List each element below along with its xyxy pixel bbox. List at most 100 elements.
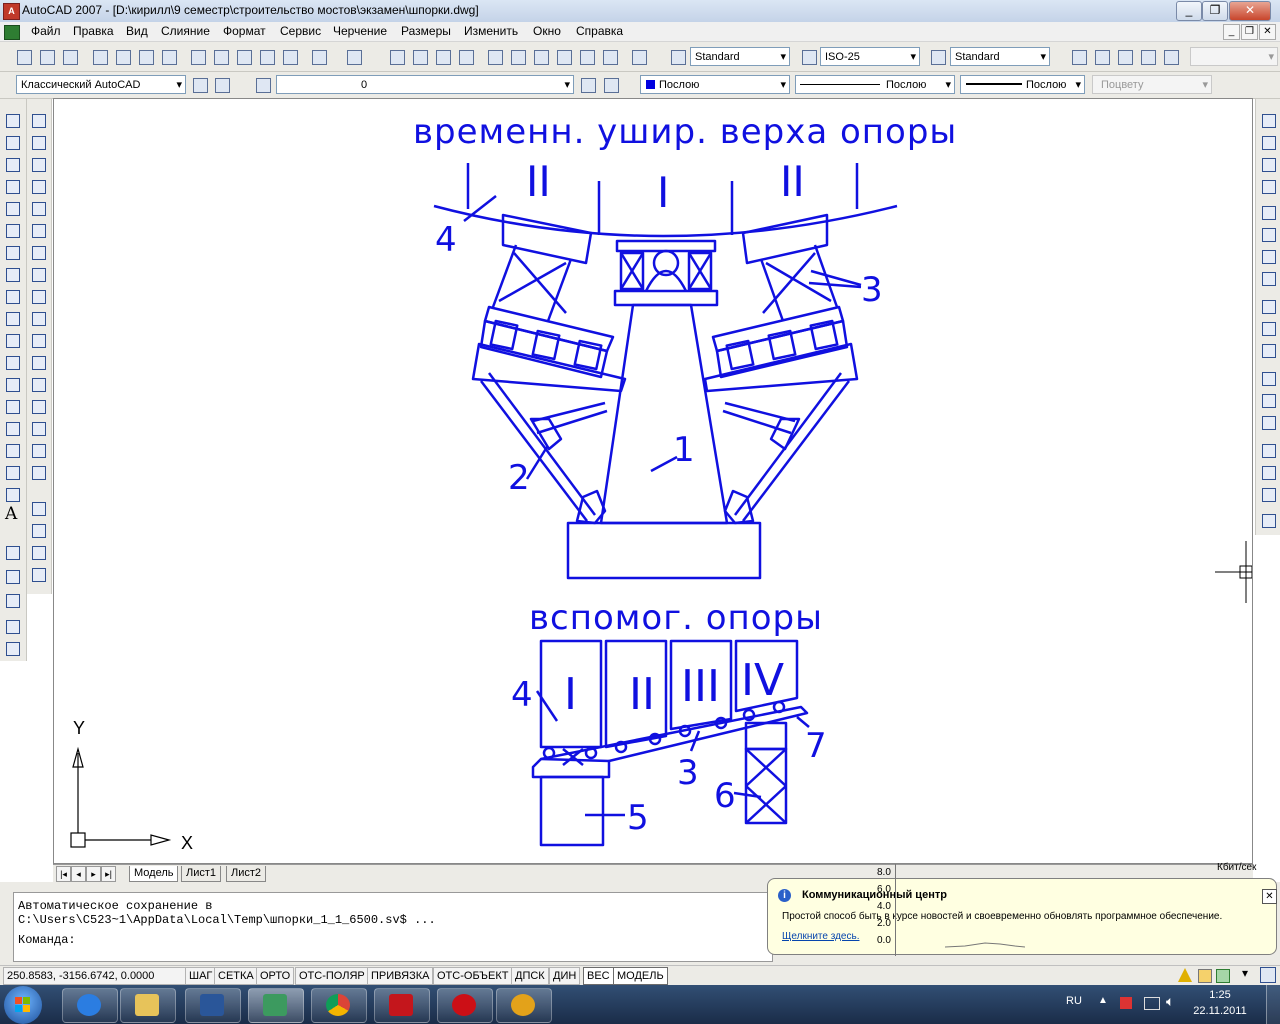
menu-modify[interactable]: Изменить <box>464 24 518 38</box>
dim-edit-icon[interactable] <box>1259 441 1277 459</box>
lock-icon[interactable] <box>1198 969 1212 983</box>
line-icon[interactable] <box>3 111 21 129</box>
model-toggle[interactable]: МОДЕЛЬ <box>613 967 668 985</box>
layer-tool-5-icon[interactable] <box>3 639 21 657</box>
dim-continue-icon[interactable] <box>1259 341 1277 359</box>
erase-icon[interactable] <box>29 111 47 129</box>
plotstyle-combo[interactable]: Поцвету <box>1092 75 1212 94</box>
restore-button[interactable]: ❐ <box>1202 1 1228 21</box>
table-icon[interactable] <box>3 485 21 503</box>
taskbar-opera[interactable] <box>437 988 493 1023</box>
table-style-icon[interactable] <box>928 47 947 66</box>
dim-radius-icon[interactable] <box>1259 203 1277 221</box>
action-center-icon[interactable] <box>1120 997 1132 1009</box>
draworder-1-icon[interactable] <box>29 499 47 517</box>
ortho-toggle[interactable]: ОРТО <box>256 967 295 985</box>
spline-icon[interactable] <box>3 287 21 305</box>
next-tab-button[interactable]: ▸ <box>86 866 101 882</box>
tab-model[interactable]: Модель <box>129 866 179 882</box>
save-icon[interactable] <box>60 47 79 66</box>
mtext-icon[interactable]: A <box>5 504 17 524</box>
polar-toggle[interactable]: ОТС-ПОЛЯР <box>295 967 369 985</box>
tab-sheet2[interactable]: Лист2 <box>226 866 267 882</box>
polyline-icon[interactable] <box>3 155 21 173</box>
menu-view[interactable]: Вид <box>126 24 148 38</box>
menu-format[interactable]: Формат <box>223 24 266 38</box>
show-desktop-button[interactable] <box>1266 985 1280 1024</box>
copy-icon[interactable] <box>211 47 230 66</box>
layer-tool-2-icon[interactable] <box>3 567 21 585</box>
workspace-save-icon[interactable] <box>212 75 231 94</box>
menu-dimensions[interactable]: Размеры <box>401 24 451 38</box>
minimize-button[interactable]: _ <box>1176 1 1202 21</box>
scale-icon[interactable] <box>29 265 47 283</box>
dim-style-icon[interactable] <box>799 47 818 66</box>
taskbar-explorer[interactable] <box>120 988 176 1023</box>
publish-icon[interactable] <box>136 47 155 66</box>
network-icon[interactable] <box>1144 997 1160 1010</box>
tab-sheet1[interactable]: Лист1 <box>181 866 222 882</box>
gradient-icon[interactable] <box>3 441 21 459</box>
coordinates-readout[interactable]: 250.8583, -3156.6742, 0.0000 <box>3 967 186 985</box>
clock-date[interactable]: 22.11.2011 <box>1190 1005 1250 1017</box>
command-prompt[interactable]: Команда: <box>14 933 772 947</box>
draworder-2-icon[interactable] <box>29 521 47 539</box>
pan-icon[interactable] <box>387 47 406 66</box>
dim-arc-icon[interactable] <box>1259 155 1277 173</box>
osnap-toggle[interactable]: ПРИВЯЗКА <box>367 967 434 985</box>
dim-diameter-icon[interactable] <box>1259 247 1277 265</box>
design-center-icon[interactable] <box>508 47 527 66</box>
dim-baseline-icon[interactable] <box>1259 319 1277 337</box>
viewport-dialog-icon[interactable] <box>1092 47 1111 66</box>
break-icon[interactable] <box>29 375 47 393</box>
dim-aligned-icon[interactable] <box>1259 133 1277 151</box>
new-icon[interactable] <box>14 47 33 66</box>
dim-style-tool-icon[interactable] <box>1259 511 1277 529</box>
layer-previous-icon[interactable] <box>601 75 620 94</box>
taskbar-autocad-2[interactable] <box>496 988 552 1023</box>
viewport-single-icon[interactable] <box>1069 47 1088 66</box>
ducs-toggle[interactable]: ДПСК <box>511 967 549 985</box>
calculator-icon[interactable] <box>600 47 619 66</box>
menu-edit[interactable]: Правка <box>73 24 114 38</box>
menu-window[interactable]: Окно <box>533 24 561 38</box>
acad-icon[interactable]: A <box>3 3 20 20</box>
layer-current-icon[interactable] <box>578 75 597 94</box>
zoom-window-icon[interactable] <box>433 47 452 66</box>
dim-update-icon[interactable] <box>1259 485 1277 503</box>
layer-tool-1-icon[interactable] <box>3 543 21 561</box>
menu-file[interactable]: Файл <box>31 24 61 38</box>
text-style-icon[interactable] <box>668 47 687 66</box>
region-icon[interactable] <box>3 463 21 481</box>
layer-tool-4-icon[interactable] <box>3 617 21 635</box>
taskbar-ie[interactable] <box>62 988 118 1023</box>
offset-icon[interactable] <box>29 177 47 195</box>
workspace-combo[interactable]: Классический AutoCAD <box>16 75 186 94</box>
rectangle-icon[interactable] <box>3 199 21 217</box>
viewport-polygon-icon[interactable] <box>1138 47 1157 66</box>
stretch-icon[interactable] <box>29 287 47 305</box>
sheet-set-icon[interactable] <box>554 47 573 66</box>
balloon-link[interactable]: Щелкните здесь. <box>782 931 859 942</box>
viewport-scale-combo[interactable] <box>1190 47 1278 66</box>
draworder-3-icon[interactable] <box>29 543 47 561</box>
lwt-toggle[interactable]: ВЕС <box>583 967 614 985</box>
drawing-canvas[interactable]: Y X временн. ушир. верха опоры II I II 4… <box>53 98 1253 864</box>
menu-draw[interactable]: Черчение <box>333 24 387 38</box>
circle-icon[interactable] <box>3 243 21 261</box>
draworder-4-icon[interactable] <box>29 565 47 583</box>
otrack-toggle[interactable]: ОТС-ОБЪЕКТ <box>433 967 513 985</box>
open-icon[interactable] <box>37 47 56 66</box>
dim-angular-icon[interactable] <box>1259 269 1277 287</box>
taskbar-autocad[interactable] <box>248 988 304 1023</box>
dim-linear-icon[interactable] <box>1259 111 1277 129</box>
menu-merge[interactable]: Слияние <box>161 24 210 38</box>
help-icon[interactable] <box>629 47 648 66</box>
color-combo[interactable]: Послою <box>640 75 790 94</box>
status-menu-icon[interactable]: ▾ <box>1242 966 1248 980</box>
rotate-icon[interactable] <box>29 243 47 261</box>
volume-icon[interactable]: 🔈︎ <box>1166 993 1174 1010</box>
dim-ordinate-icon[interactable] <box>1259 177 1277 195</box>
last-tab-button[interactable]: ▸| <box>101 866 116 882</box>
document-icon[interactable] <box>4 25 20 40</box>
